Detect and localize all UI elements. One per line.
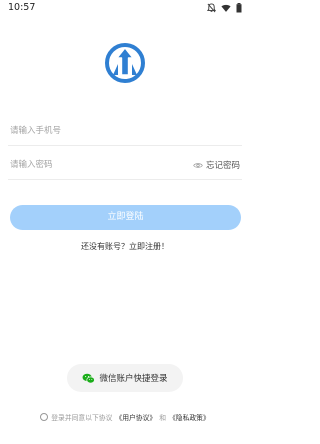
notifications-off-icon — [207, 3, 216, 13]
wechat-login-label: 微信账户快捷登录 — [99, 374, 168, 384]
password-input[interactable] — [10, 156, 190, 174]
user-agreement-link[interactable]: 《用户协议》 — [115, 412, 156, 422]
phone-input[interactable] — [10, 122, 190, 140]
status-icons — [207, 3, 242, 13]
agreement: 登录并同意以下协议 《用户协议》 和 《隐私政策》 — [0, 412, 250, 422]
battery-icon — [236, 3, 242, 13]
forgot-password-link[interactable]: 忘记密码 — [193, 159, 240, 171]
phone-field — [8, 116, 242, 146]
agreement-and: 和 — [159, 414, 166, 422]
eye-icon — [193, 162, 203, 168]
privacy-policy-link[interactable]: 《隐私政策》 — [169, 412, 210, 422]
agreement-prefix: 登录并同意以下协议 — [51, 414, 113, 422]
password-field: 忘记密码 — [8, 150, 242, 180]
register-link[interactable]: 还没有账号？立即注册！ — [0, 241, 250, 252]
status-bar: 10:57 — [0, 0, 250, 18]
forgot-password-label: 忘记密码 — [205, 161, 240, 171]
wechat-login-button[interactable]: 微信账户快捷登录 — [67, 364, 183, 392]
wifi-icon — [221, 4, 231, 12]
agree-radio[interactable] — [40, 413, 49, 421]
login-button[interactable]: 立即登陆 — [10, 205, 241, 230]
status-time: 10:57 — [8, 2, 36, 13]
wechat-icon — [83, 373, 96, 383]
app-logo — [105, 43, 145, 83]
